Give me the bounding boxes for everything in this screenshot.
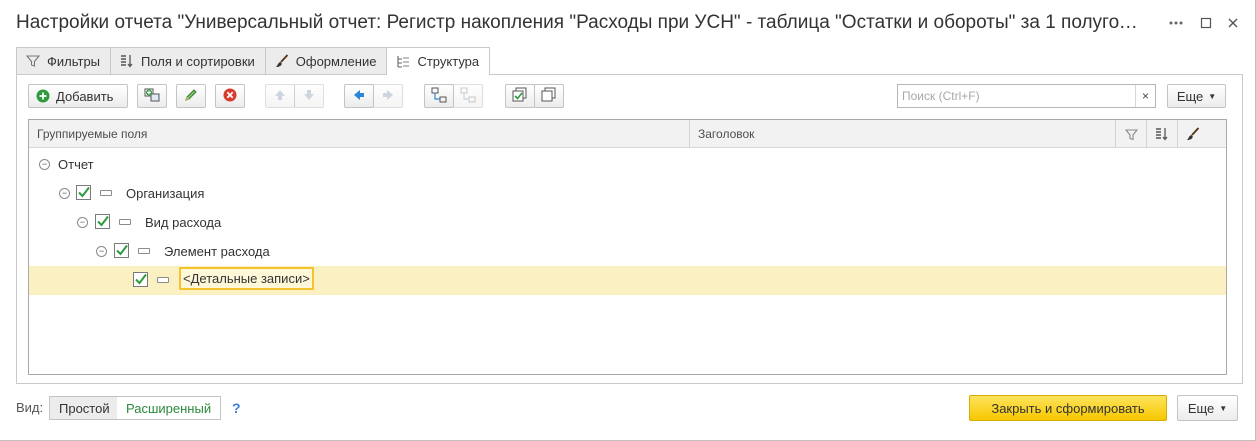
move-up-button[interactable] [265,84,295,108]
delete-icon [223,88,237,105]
structure-icon [395,54,411,70]
field-icon [100,190,112,196]
view-simple-button[interactable]: Простой [49,396,120,420]
chevron-down-icon: ▼ [1219,403,1228,413]
tree-row-detail-records[interactable]: <Детальные записи> [29,266,1226,295]
row-label: Элемент расхода [164,244,270,259]
add-grouping-button[interactable] [137,84,167,108]
window-title: Настройки отчета "Универсальный отчет: Р… [16,12,1146,33]
arrow-down-icon [303,89,315,104]
more-label: Еще [1187,400,1215,416]
group-button[interactable] [424,84,454,108]
help-icon[interactable]: ? [232,400,241,416]
chevron-down-icon: ▼ [1208,91,1217,101]
checkmark-icon [135,273,147,285]
view-label: Вид: [16,400,44,415]
tab-label: Оформление [295,53,377,69]
settings-window: Настройки отчета "Универсальный отчет: Р… [0,0,1256,441]
row-label: Вид расхода [145,215,222,230]
move-down-button[interactable] [294,84,324,108]
uncheck-all-icon [541,87,557,106]
move-left-button[interactable] [344,84,374,108]
collapse-icon[interactable]: − [77,217,88,228]
tab-label: Поля и сортировки [141,53,255,69]
check-all-button[interactable] [505,84,535,108]
arrow-right-icon [382,89,394,104]
field-icon [138,248,150,254]
group-icon [431,87,447,106]
maximize-icon[interactable] [1195,12,1217,34]
delete-button[interactable] [215,84,245,108]
field-icon [157,277,169,283]
edit-button[interactable] [176,84,206,108]
column-header-title[interactable]: Заголовок [690,120,1115,148]
clear-search-icon[interactable]: × [1135,85,1155,107]
collapse-icon[interactable]: − [39,159,50,170]
checkmark-icon [97,215,109,227]
fields-sort-icon [119,53,135,69]
tab-filters[interactable]: Фильтры [16,47,112,74]
row-label-selected[interactable]: <Детальные записи> [179,267,314,290]
footer-more-button[interactable]: Еще ▼ [1177,395,1238,421]
search-field[interactable]: × [897,84,1156,108]
filter-icon [25,53,41,69]
column-header-grouping-fields[interactable]: Группируемые поля [29,120,689,148]
title-bar: Настройки отчета "Универсальный отчет: Р… [0,0,1256,46]
structure-tree[interactable]: Группируемые поля Заголовок − Отчет − Ор… [28,119,1227,375]
move-right-button[interactable] [373,84,403,108]
tree-row-expense-element[interactable]: − Элемент расхода [29,237,1226,266]
field-icon [119,219,131,225]
uncheck-all-button[interactable] [534,84,564,108]
arrow-up-icon [274,89,286,104]
brush-icon [274,53,290,69]
view-extended-button[interactable]: Расширенный [117,396,222,420]
more-button[interactable]: Еще ▼ [1167,84,1226,108]
collapse-icon[interactable]: − [96,246,107,257]
row-label: Организация [126,186,205,201]
tree-row-report[interactable]: − Отчет [29,150,1226,179]
add-label: Добавить [56,88,114,104]
ungroup-button[interactable] [453,84,483,108]
row-checkbox[interactable] [76,185,91,200]
row-checkbox[interactable] [95,214,110,229]
tab-appearance[interactable]: Оформление [264,47,388,74]
check-all-icon [512,87,528,106]
arrow-left-icon [353,89,365,104]
more-label: Еще [1176,88,1204,104]
tab-fields-sort[interactable]: Поля и сортировки [110,47,266,74]
row-label: Отчет [58,157,94,172]
tree-row-organization[interactable]: − Организация [29,179,1226,208]
filter-icon[interactable] [1116,120,1146,148]
settings-tabs: Фильтры Поля и сортировки Оформление Стр… [16,47,491,75]
checkmark-icon [78,186,90,198]
more-actions-icon[interactable] [1165,12,1187,34]
row-checkbox[interactable] [133,272,148,287]
pencil-icon [184,88,198,105]
add-button[interactable]: Добавить [28,84,128,108]
collapse-icon[interactable]: − [59,188,70,199]
brush-icon[interactable] [1178,120,1208,148]
row-checkbox[interactable] [114,243,129,258]
grid-header: Группируемые поля Заголовок [29,120,1226,148]
tab-label: Фильтры [47,53,101,69]
structure-panel: Добавить Поиск (Ctrl+F) × Еще ▼ Группиру… [16,74,1243,384]
tab-label: Структура [417,54,480,69]
add-icon [36,89,50,103]
ungroup-icon [460,87,476,106]
checkmark-icon [116,244,128,256]
tab-structure[interactable]: Структура [386,47,491,75]
tree-row-expense-type[interactable]: − Вид расхода [29,208,1226,237]
close-icon[interactable] [1222,12,1244,34]
search-input[interactable] [898,86,1135,106]
close-and-build-button[interactable]: Закрыть и сформировать [969,395,1167,421]
fields-sort-icon[interactable] [1147,120,1177,148]
add-grouping-icon [144,87,160,106]
